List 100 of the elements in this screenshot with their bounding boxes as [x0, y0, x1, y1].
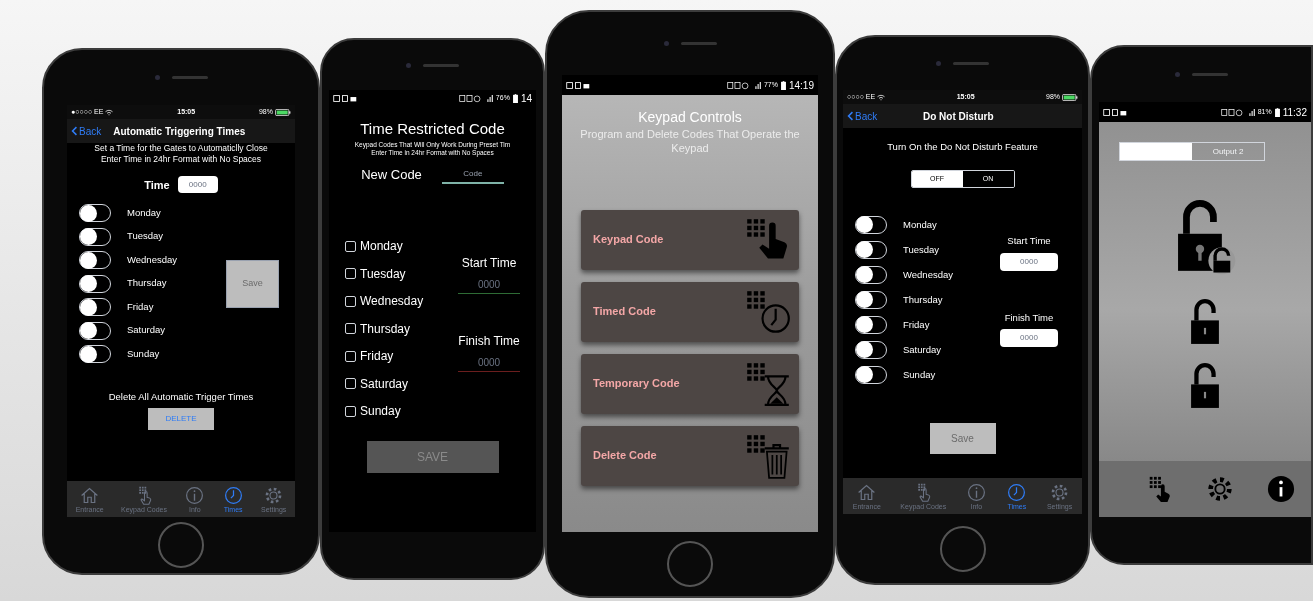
notification-icons-drawing: [566, 80, 590, 90]
day-label: Thursday: [127, 276, 167, 291]
back-button[interactable]: Back: [71, 123, 102, 139]
camera-lens: [936, 61, 941, 66]
feature-label: Turn On the Do Not Disturb Feature: [886, 140, 1039, 154]
clock-time: 14:19: [788, 78, 814, 93]
checkbox[interactable]: [345, 295, 356, 307]
day-label: Friday: [360, 348, 394, 365]
checkbox[interactable]: [345, 240, 356, 252]
instruction-text: Enter Time in 24hr Format with No Spaces: [99, 153, 263, 165]
save-button[interactable]: Save: [929, 423, 996, 455]
code-input[interactable]: Code: [441, 165, 504, 184]
battery-icon: [1062, 93, 1078, 101]
time-input[interactable]: 0000: [458, 276, 520, 295]
battery-icon: [1274, 107, 1280, 117]
speaker-grille: [423, 63, 459, 67]
checkbox[interactable]: [345, 323, 356, 334]
info-icon[interactable]: [1266, 475, 1295, 503]
day-label: Sunday: [903, 367, 936, 382]
wifi-icon: [105, 108, 114, 116]
status-icons-drawing: [726, 80, 761, 90]
checkbox[interactable]: [345, 350, 356, 362]
camera-lens: [1175, 72, 1180, 77]
day-label: Thursday: [360, 320, 411, 338]
instruction-text: Set a Time for the Gates to Automaticlly Close: [93, 143, 269, 154]
clock-time: 11:32: [1282, 105, 1307, 120]
checkbox[interactable]: [345, 268, 356, 279]
day-label: Friday: [903, 317, 930, 332]
keypad-hourglass-icon: [745, 360, 791, 407]
time-input[interactable]: 0000: [1000, 252, 1058, 271]
clock-icon: [1006, 482, 1028, 503]
save-button[interactable]: Save: [226, 259, 279, 308]
segment-option[interactable]: Output 2: [1192, 143, 1264, 160]
home-button[interactable]: [158, 522, 204, 568]
toggle-switch[interactable]: [855, 240, 887, 259]
screen-title: Keypad Controls: [637, 108, 743, 127]
delete-button[interactable]: DELETE: [148, 408, 214, 430]
day-label: Saturday: [127, 323, 166, 338]
subtitle-text: Program and Delete Codes That Operate the Keypad: [579, 128, 801, 156]
time-input[interactable]: 0000: [1000, 328, 1058, 347]
code-button[interactable]: Temporary Code: [581, 353, 799, 414]
chevron-left-icon: [71, 126, 78, 136]
screen-title: Time Restricted Code: [359, 119, 506, 139]
code-button[interactable]: Timed Code: [581, 281, 799, 342]
day-label: Friday: [127, 299, 154, 314]
chevron-left-icon: [847, 111, 854, 121]
day-label: Saturday: [360, 375, 409, 393]
camera-lens: [406, 62, 411, 68]
toggle-switch[interactable]: [79, 321, 111, 340]
code-label: New Code: [361, 165, 422, 184]
status-icons-drawing: [1220, 107, 1255, 117]
day-label: Thursday: [903, 292, 943, 307]
toggle-switch[interactable]: [855, 315, 887, 334]
code-button[interactable]: Delete Code: [581, 425, 799, 486]
speaker-grille: [171, 76, 208, 79]
battery-icon: [275, 108, 291, 116]
day-label: Tuesday: [903, 242, 940, 257]
toggle-switch[interactable]: [79, 227, 111, 246]
finish-time-label: Finish Time: [458, 333, 520, 351]
keypad-trash-icon: [745, 432, 791, 479]
day-label: Monday: [360, 238, 403, 255]
output-segmented-control[interactable]: Output 2: [1119, 142, 1265, 161]
camera-lens: [663, 41, 669, 46]
toggle-switch[interactable]: [79, 274, 111, 293]
battery-icon: [512, 93, 518, 103]
checkbox[interactable]: [345, 405, 356, 417]
screen-title: Do Not Disturb: [923, 109, 994, 124]
toggle-switch[interactable]: [855, 265, 887, 284]
clock-time: 14: [520, 91, 532, 106]
day-label: Wednesday: [127, 252, 177, 267]
start-time-label: Start Time: [461, 255, 517, 273]
clock-icon: [222, 485, 244, 506]
back-button[interactable]: Back: [847, 108, 878, 124]
toggle-switch[interactable]: [79, 345, 111, 363]
info-icon: [184, 485, 206, 506]
day-label: Tuesday: [360, 265, 406, 283]
toggle-switch[interactable]: [79, 298, 111, 316]
checkbox[interactable]: [345, 378, 356, 389]
notification-icons-drawing: [333, 93, 357, 103]
toggle-switch[interactable]: [79, 204, 111, 222]
toggle-switch[interactable]: [855, 340, 887, 359]
toggle-switch[interactable]: [855, 215, 887, 234]
toggle-switch[interactable]: [855, 365, 887, 384]
day-label: Wednesday: [360, 293, 424, 310]
day-label: Sunday: [127, 346, 160, 361]
home-button[interactable]: [939, 525, 986, 572]
speaker-grille: [953, 62, 989, 65]
time-label: Time: [144, 177, 170, 193]
time-input[interactable]: 0000: [177, 176, 218, 194]
day-label: Tuesday: [127, 229, 164, 244]
time-input[interactable]: 0000: [458, 354, 520, 373]
settings-icon[interactable]: [1206, 475, 1234, 503]
speaker-grille: [680, 42, 717, 45]
toggle-switch[interactable]: [855, 290, 887, 309]
code-button[interactable]: Keypad Code: [581, 209, 799, 270]
home-button[interactable]: [667, 541, 713, 587]
info-icon: [965, 482, 987, 503]
start-time-label: Start Time: [1007, 234, 1051, 249]
day-label: Sunday: [360, 403, 401, 420]
toggle-switch[interactable]: [79, 251, 111, 269]
